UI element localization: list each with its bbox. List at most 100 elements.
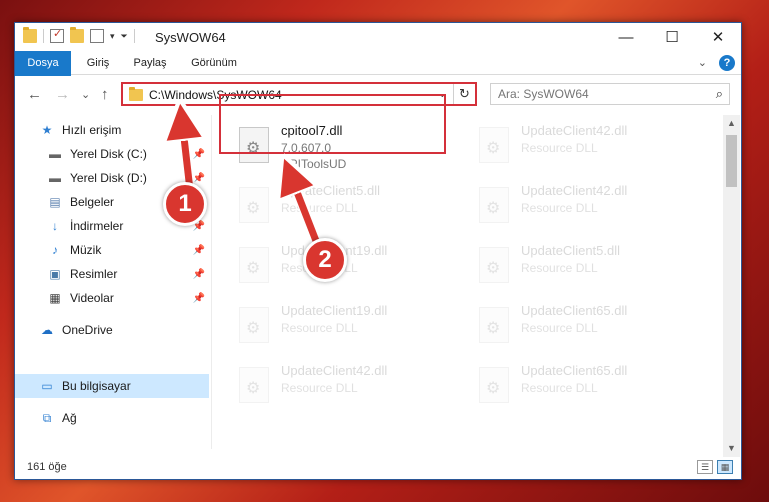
file-name: UpdateClient42.dll <box>521 123 628 138</box>
back-button[interactable]: ← <box>27 86 42 103</box>
forward-button[interactable]: → <box>55 86 70 103</box>
scroll-down-icon[interactable]: ▼ <box>723 440 740 457</box>
explorer-window: ▾ ⏷ SysWOW64 — ☐ ✕ Dosya Giriş Paylaş Gö… <box>14 22 742 480</box>
tab-view[interactable]: Görünüm <box>185 51 243 75</box>
sidebar-item-onedrive[interactable]: ☁ OneDrive <box>39 319 113 341</box>
file-name: UpdateClient19.dll <box>281 303 388 318</box>
file-item[interactable]: UpdateClient65.dll Resource DLL <box>473 359 703 415</box>
separator <box>133 29 135 43</box>
scroll-up-icon[interactable]: ▲ <box>723 115 740 132</box>
sidebar-item-pictures[interactable]: ▣ Resimler 📌 <box>47 263 205 285</box>
window-title: SysWOW64 <box>155 30 226 45</box>
sidebar-item-network[interactable]: ⧉ Ağ <box>39 407 77 429</box>
file-description: Resource DLL <box>281 321 358 335</box>
refresh-button[interactable]: ↻ <box>453 84 475 104</box>
download-icon: ↓ <box>52 219 58 233</box>
pin-icon: 📌 <box>192 172 205 184</box>
help-button[interactable]: ? <box>719 55 735 71</box>
pin-icon: 📌 <box>192 268 205 280</box>
qat-menu-icon[interactable]: ⏷ <box>121 31 128 42</box>
star-icon: ★ <box>41 123 53 137</box>
details-view-icon[interactable]: ☰ <box>697 460 713 474</box>
drive-icon: ▬ <box>49 171 61 185</box>
pictures-icon: ▣ <box>49 267 61 281</box>
pane-divider <box>211 115 212 449</box>
sidebar-item-label: Bu bilgisayar <box>62 379 131 393</box>
recent-locations-button[interactable]: ⌄ <box>81 88 90 101</box>
music-icon: ♪ <box>52 243 58 257</box>
file-item[interactable]: UpdateClient42.dll Resource DLL <box>233 359 463 415</box>
dll-file-icon <box>239 247 269 283</box>
sidebar-item-label: OneDrive <box>62 323 113 337</box>
pin-icon: 📌 <box>192 292 205 304</box>
sidebar-item-disk-c[interactable]: ▬ Yerel Disk (C:) 📌 <box>47 143 205 165</box>
video-icon: ▦ <box>49 291 61 305</box>
search-box[interactable]: ⌕ <box>490 83 730 105</box>
view-switcher: ☰ ▦ <box>697 460 733 474</box>
title-bar: ▾ ⏷ SysWOW64 — ☐ ✕ <box>15 23 741 51</box>
status-bar: 161 öğe ☰ ▦ <box>15 457 741 479</box>
drive-icon: ▬ <box>49 147 61 161</box>
ribbon-tabs: Dosya Giriş Paylaş Görünüm ⌄ ? <box>15 51 741 107</box>
sidebar-item-label: Belgeler <box>70 195 115 209</box>
sidebar-item-label: Videolar <box>70 291 114 305</box>
file-item[interactable]: UpdateClient5.dll Resource DLL <box>473 239 703 295</box>
file-item[interactable]: UpdateClient42.dll Resource DLL <box>473 179 703 235</box>
dll-file-icon <box>479 187 509 223</box>
file-item[interactable]: UpdateClient19.dll Resource DLL <box>233 239 463 295</box>
scroll-thumb[interactable] <box>726 135 737 187</box>
tab-home[interactable]: Giriş <box>79 51 117 75</box>
document-icon: ▤ <box>49 195 61 209</box>
cloud-icon: ☁ <box>41 323 53 337</box>
large-icons-view-icon[interactable]: ▦ <box>717 460 733 474</box>
properties-check-icon[interactable] <box>50 27 64 43</box>
file-item[interactable]: UpdateClient42.dll Resource DLL <box>473 119 703 175</box>
file-description: CPIToolsUD <box>281 157 347 171</box>
dll-file-icon <box>479 127 509 163</box>
ribbon-expand-icon[interactable]: ⌄ <box>698 56 707 69</box>
file-name: UpdateClient42.dll <box>281 363 388 378</box>
sidebar-item-label: Müzik <box>70 243 102 257</box>
maximize-button[interactable]: ☐ <box>649 23 695 51</box>
up-button[interactable]: ↑ <box>101 86 109 103</box>
highlight-box <box>219 94 446 154</box>
customize-icon[interactable] <box>90 29 104 43</box>
file-name: UpdateClient65.dll <box>521 303 628 318</box>
dll-file-icon <box>479 307 509 343</box>
file-item[interactable]: UpdateClient65.dll Resource DLL <box>473 299 703 355</box>
pin-icon: 📌 <box>192 244 205 256</box>
file-name: UpdateClient5.dll <box>281 183 381 198</box>
file-description: Resource DLL <box>521 201 598 215</box>
annotation-badge-1: 1 <box>163 182 207 226</box>
vertical-scrollbar[interactable]: ▲ ▼ <box>723 115 740 457</box>
file-description: Resource DLL <box>281 201 358 215</box>
sidebar-item-quick-access[interactable]: ★ Hızlı erişim <box>39 119 122 141</box>
navigation-pane: ★ Hızlı erişim ▬ Yerel Disk (C:) 📌 ▬ Yer… <box>15 115 209 449</box>
search-icon[interactable]: ⌕ <box>716 86 723 102</box>
file-description: Resource DLL <box>521 141 598 155</box>
network-icon: ⧉ <box>42 410 52 425</box>
tab-share[interactable]: Paylaş <box>127 51 173 75</box>
chevron-down-icon[interactable]: ▾ <box>110 31 115 42</box>
close-button[interactable]: ✕ <box>695 23 741 51</box>
dll-file-icon <box>479 247 509 283</box>
file-name: UpdateClient5.dll <box>521 243 621 258</box>
new-folder-icon[interactable] <box>70 27 84 43</box>
annotation-badge-2: 2 <box>303 238 347 282</box>
file-item[interactable]: UpdateClient19.dll Resource DLL <box>233 299 463 355</box>
folder-icon <box>129 87 143 101</box>
sidebar-item-this-pc[interactable]: ▭ Bu bilgisayar <box>39 375 131 397</box>
sidebar-item-label: Resimler <box>70 267 118 281</box>
minimize-button[interactable]: — <box>603 23 649 51</box>
dll-file-icon <box>239 307 269 343</box>
computer-icon: ▭ <box>41 379 53 393</box>
file-name: UpdateClient65.dll <box>521 363 628 378</box>
file-item[interactable]: UpdateClient5.dll Resource DLL <box>233 179 463 235</box>
sidebar-item-videos[interactable]: ▦ Videolar 📌 <box>47 287 205 309</box>
file-description: Resource DLL <box>521 381 598 395</box>
sidebar-item-music[interactable]: ♪ Müzik 📌 <box>47 239 205 261</box>
folder-icon <box>23 27 37 43</box>
separator <box>43 29 44 43</box>
dll-file-icon <box>239 367 269 403</box>
search-input[interactable] <box>491 84 691 104</box>
